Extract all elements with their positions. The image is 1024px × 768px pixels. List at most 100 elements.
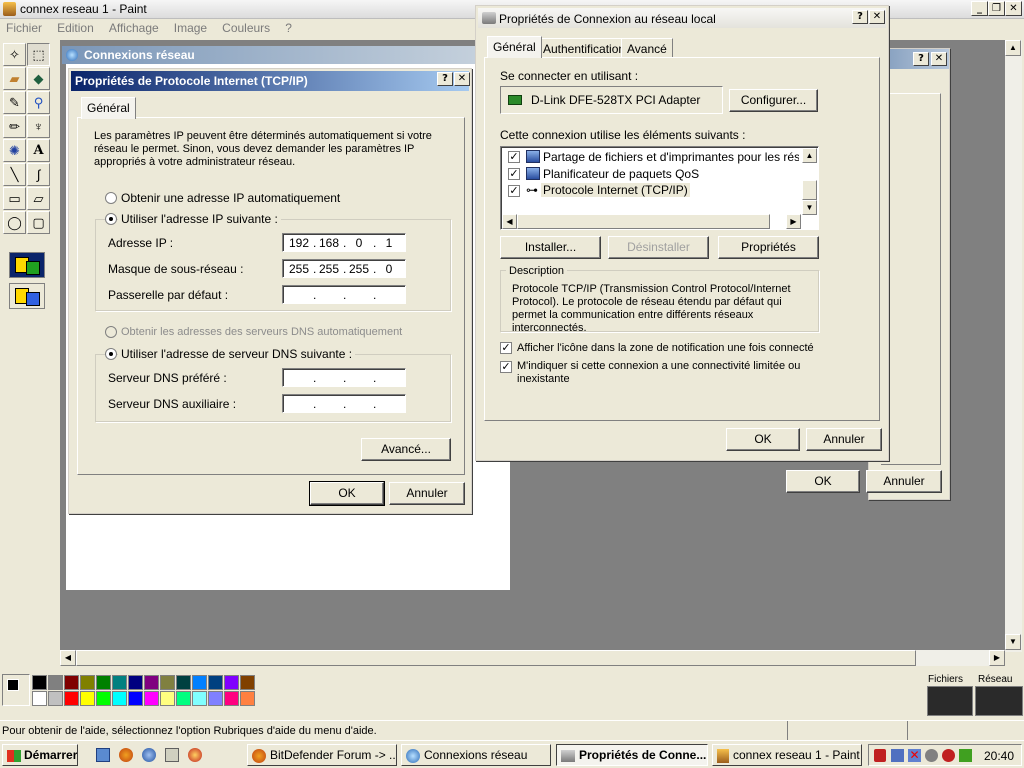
task-bitdefender-forum[interactable]: BitDefender Forum -> ... xyxy=(247,744,397,766)
palette-color[interactable] xyxy=(224,675,239,690)
media-icon[interactable] xyxy=(188,748,202,762)
palette-color[interactable] xyxy=(160,675,175,690)
properties-button[interactable]: Propriétés xyxy=(718,236,819,259)
qos-checkbox[interactable]: ✓ xyxy=(508,168,520,180)
menu-edition[interactable]: Edition xyxy=(51,19,100,37)
vertical-scrollbar[interactable]: ▲ ▼ xyxy=(1005,40,1022,652)
scroll-up-arrow-icon[interactable]: ▲ xyxy=(1005,40,1021,56)
tcpip-cancel-button[interactable]: Annuler xyxy=(389,482,465,505)
palette-color[interactable] xyxy=(240,675,255,690)
notify-limited-label[interactable]: M'indiquer si cette connexion a une conn… xyxy=(517,360,817,386)
rectangle-tool[interactable]: ▭ xyxy=(3,187,26,210)
use-ip-label[interactable]: Utiliser l'adresse IP suivante : xyxy=(118,212,281,226)
palette-color[interactable] xyxy=(128,691,143,706)
palette-color[interactable] xyxy=(80,691,95,706)
file-sharing-item[interactable]: Partage de fichiers et d'imprimantes pou… xyxy=(543,150,799,164)
show-desktop-icon[interactable] xyxy=(96,748,110,762)
show-icon-checkbox[interactable]: ✓ xyxy=(500,342,512,354)
lan-cancel-button[interactable]: Annuler xyxy=(806,428,882,451)
list-scroll-up-icon[interactable]: ▲ xyxy=(802,148,817,163)
palette-color[interactable] xyxy=(96,675,111,690)
subnet-mask-field[interactable]: 255. 255. 255. 0 xyxy=(282,259,406,278)
eraser-tool[interactable]: ▰ xyxy=(3,67,26,90)
palette-color[interactable] xyxy=(224,691,239,706)
uninstall-button[interactable]: Désinstaller xyxy=(608,236,709,259)
use-dns-label[interactable]: Utiliser l'adresse de serveur DNS suivan… xyxy=(118,347,356,361)
file-sharing-checkbox[interactable]: ✓ xyxy=(508,151,520,163)
palette-color[interactable] xyxy=(112,675,127,690)
menu-couleurs[interactable]: Couleurs xyxy=(216,19,276,37)
thunderbird-icon[interactable] xyxy=(142,748,156,762)
horizontal-scrollbar[interactable]: ◀ ▶ xyxy=(60,650,1005,666)
use-ip-radio[interactable] xyxy=(105,213,117,225)
qos-item[interactable]: Planificateur de paquets QoS xyxy=(543,167,699,181)
restore-button[interactable]: ❐ xyxy=(988,1,1005,16)
tcpip-checkbox[interactable]: ✓ xyxy=(508,185,520,197)
back-cancel-button[interactable]: Annuler xyxy=(866,470,942,493)
advanced-button[interactable]: Avancé... xyxy=(361,438,451,461)
menu-fichier[interactable]: Fichier xyxy=(0,19,48,37)
tool-option-transparent-icon[interactable] xyxy=(9,252,45,278)
palette-color[interactable] xyxy=(64,675,79,690)
list-scroll-right-icon[interactable]: ▶ xyxy=(786,214,801,229)
preferred-dns-field[interactable]: ... xyxy=(282,368,406,387)
curve-tool[interactable]: ∫ xyxy=(27,163,50,186)
back-ok-button[interactable]: OK xyxy=(786,470,860,493)
palette-color[interactable] xyxy=(32,675,47,690)
list-scroll-down-icon[interactable]: ▼ xyxy=(802,200,817,215)
ip-address-field[interactable]: 192. 168. 0. 1 xyxy=(282,233,406,252)
auto-dns-radio[interactable] xyxy=(105,326,117,338)
horizontal-scroll-thumb[interactable] xyxy=(76,650,916,666)
palette-color[interactable] xyxy=(176,691,191,706)
palette-color[interactable] xyxy=(64,691,79,706)
pencil-tool[interactable]: ✏ xyxy=(3,115,26,138)
nvidia-tray-icon[interactable] xyxy=(959,749,972,762)
lan-close-button[interactable]: ✕ xyxy=(869,10,885,24)
minimize-button[interactable]: _ xyxy=(971,1,988,16)
components-list[interactable]: ✓ Partage de fichiers et d'imprimantes p… xyxy=(500,146,819,230)
tab-advanced[interactable]: Avancé xyxy=(621,38,673,58)
palette-color[interactable] xyxy=(208,675,223,690)
lan-ok-button[interactable]: OK xyxy=(726,428,800,451)
tool-option-opaque-icon[interactable] xyxy=(9,283,45,309)
tab-general[interactable]: Général xyxy=(487,36,542,58)
palette-color[interactable] xyxy=(48,691,63,706)
gateway-field[interactable]: ... xyxy=(282,285,406,304)
polygon-tool[interactable]: ▱ xyxy=(27,187,50,210)
lan-help-button[interactable]: ? xyxy=(852,10,868,24)
back-help-button[interactable]: ? xyxy=(913,52,929,66)
list-vscroll-thumb[interactable] xyxy=(802,180,817,200)
settings-tray-icon[interactable] xyxy=(925,749,938,762)
scroll-down-arrow-icon[interactable]: ▼ xyxy=(1005,634,1021,650)
close-button[interactable]: ✕ xyxy=(1005,1,1022,16)
magnifier-tool[interactable]: ⚲ xyxy=(27,91,50,114)
install-button[interactable]: Installer... xyxy=(500,236,601,259)
scroll-right-arrow-icon[interactable]: ▶ xyxy=(989,650,1005,666)
tcpip-item[interactable]: Protocole Internet (TCP/IP) xyxy=(541,183,690,197)
auto-ip-radio[interactable] xyxy=(105,192,117,204)
free-select-tool[interactable]: ✧ xyxy=(3,43,26,66)
start-button[interactable]: Démarrer xyxy=(2,744,78,766)
firefox-icon[interactable] xyxy=(119,748,133,762)
task-lan-properties[interactable]: Propriétés de Conne... xyxy=(556,744,708,766)
notify-limited-checkbox[interactable]: ✓ xyxy=(500,361,512,373)
picker-tool[interactable]: ✎ xyxy=(3,91,26,114)
fill-tool[interactable]: ◆ xyxy=(27,67,50,90)
rect-select-tool[interactable]: ⬚ xyxy=(27,43,50,66)
calculator-icon[interactable] xyxy=(165,748,179,762)
palette-color[interactable] xyxy=(32,691,47,706)
palette-color[interactable] xyxy=(176,675,191,690)
power-tray-icon[interactable] xyxy=(942,749,955,762)
ellipse-tool[interactable]: ◯ xyxy=(3,211,26,234)
menu-affichage[interactable]: Affichage xyxy=(103,19,165,37)
palette-color[interactable] xyxy=(144,691,159,706)
bitdefender-tray-icon[interactable] xyxy=(874,749,886,762)
current-colors-box[interactable] xyxy=(2,674,30,706)
task-paint[interactable]: connex reseau 1 - Paint xyxy=(712,744,862,766)
palette-color[interactable] xyxy=(80,675,95,690)
menu-image[interactable]: Image xyxy=(168,19,213,37)
disconnected-tray-icon[interactable]: ✕ xyxy=(908,749,921,762)
palette-color[interactable] xyxy=(128,675,143,690)
brush-tool[interactable]: ♆ xyxy=(27,115,50,138)
auto-ip-label[interactable]: Obtenir une adresse IP automatiquement xyxy=(121,191,340,205)
